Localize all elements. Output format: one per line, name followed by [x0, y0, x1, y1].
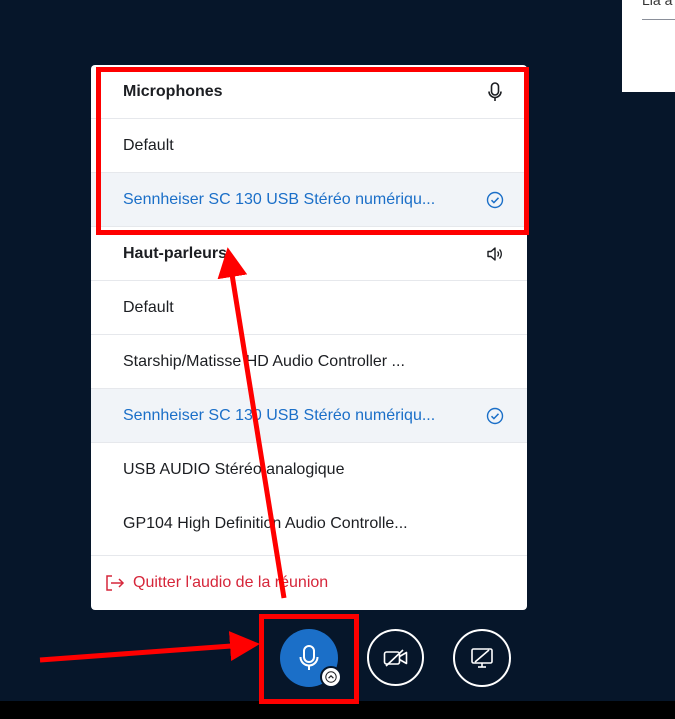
- annotation-arrow-up: [217, 247, 287, 599]
- annotation-arrows: [39, 247, 287, 663]
- annotation-arrow-right: [39, 631, 260, 663]
